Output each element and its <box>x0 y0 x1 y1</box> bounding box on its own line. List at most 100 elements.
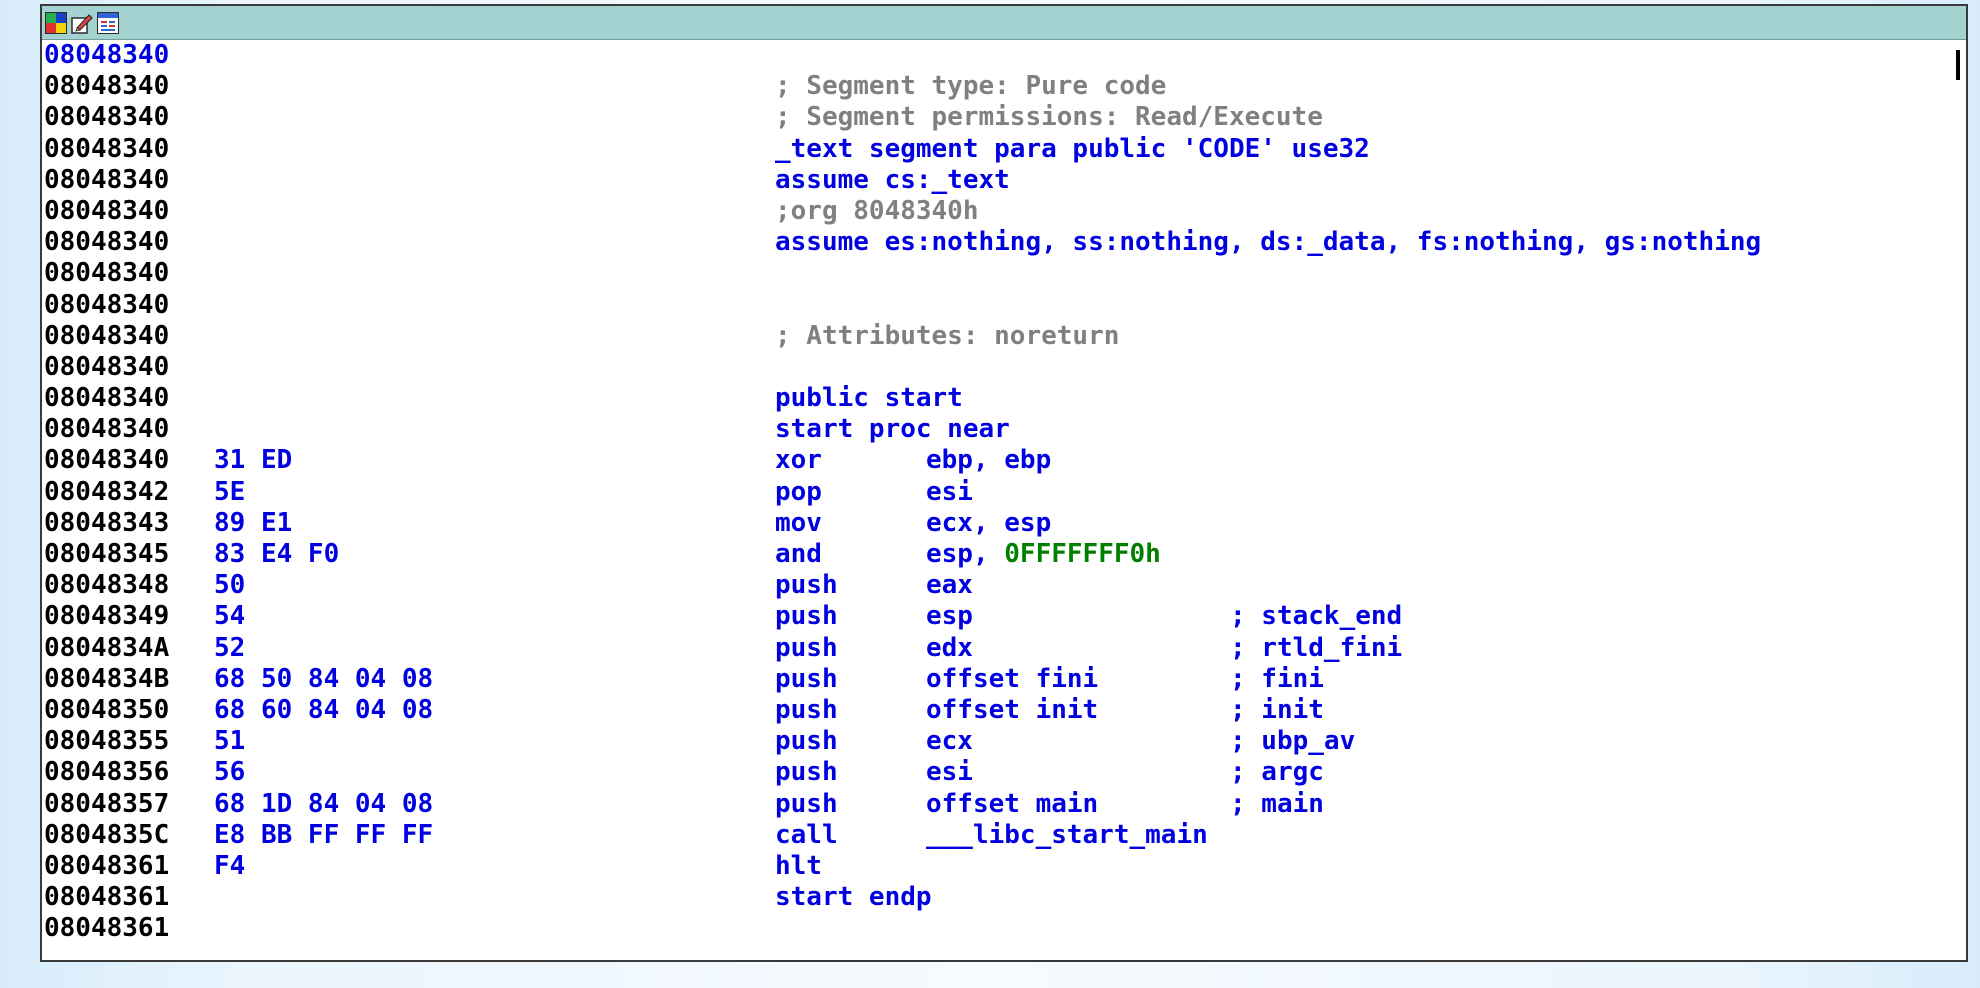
opcode-bytes: 52 <box>214 632 246 663</box>
opcode-bytes: 68 60 84 04 08 <box>214 694 434 725</box>
auto-comment: ; init <box>1230 694 1324 725</box>
instruction-mnemonic: push <box>775 601 838 632</box>
instruction-operands: ecx, esp <box>926 508 1051 539</box>
listing-line[interactable]: 08048343 89 E1 mov ecx, esp <box>42 508 1966 539</box>
directive-line: _text segment para public 'CODE' use32 <box>775 133 1370 164</box>
listing-line[interactable]: 0804834B 68 50 84 04 08 push offset fini ; f… <box>42 664 1966 695</box>
comment-line: ; Segment type: Pure code <box>775 71 1167 102</box>
operand-text: offset init <box>926 694 1099 725</box>
disassembly-listing[interactable]: 08048340 08048340; Segment type: Pure cod… <box>42 40 1966 960</box>
opcode-bytes: 83 E4 F0 <box>214 539 340 569</box>
instruction-operands: offset fini <box>926 664 1098 695</box>
operand-text: ___libc_start_main <box>926 819 1208 850</box>
listing-line[interactable]: 08048361 start endp <box>42 882 1966 913</box>
line-address: 08048349 <box>44 601 170 632</box>
instruction-operands: ___libc_start_main <box>926 820 1208 851</box>
instruction-mnemonic: call <box>775 819 838 850</box>
line-address: 08048340 <box>44 40 170 70</box>
disassembly-window: 08048340 08048340; Segment type: Pure cod… <box>40 4 1968 962</box>
line-address: 08048361 <box>44 913 170 944</box>
instruction-operands: esp <box>926 601 973 632</box>
listing-line[interactable]: 08048357 68 1D 84 04 08 push offset main ; m… <box>42 789 1966 820</box>
line-address: 08048343 <box>44 507 170 538</box>
listing-line[interactable]: 08048340 <box>42 40 1966 71</box>
line-address: 08048342 <box>44 476 170 507</box>
instruction-mnemonic: push <box>775 632 838 663</box>
instruction-mnemonic: push <box>775 694 838 725</box>
operand-text: eax <box>926 570 973 601</box>
listing-line[interactable]: 08048340 <box>42 352 1966 383</box>
line-address: 08048340 <box>44 164 170 195</box>
comment-line: ; Attributes: noreturn <box>775 320 1120 351</box>
opcode-bytes: 31 ED <box>214 445 293 476</box>
listing-line[interactable]: 08048340 assume cs:_text <box>42 165 1966 196</box>
listing-line[interactable]: 08048356 56 push esi ; argc <box>42 757 1966 788</box>
line-address: 08048357 <box>44 788 170 819</box>
opcode-bytes: 68 50 84 04 08 <box>214 663 434 694</box>
listing-line[interactable]: 08048361 F4 hlt <box>42 851 1966 882</box>
listing-line[interactable]: 08048340 start proc near <box>42 414 1966 445</box>
auto-comment: ; argc <box>1230 757 1324 788</box>
opcode-bytes: 51 <box>214 726 246 757</box>
instruction-operands: offset main <box>926 789 1098 820</box>
opcode-bytes: 5E <box>214 476 246 507</box>
instruction-mnemonic: mov <box>775 507 822 538</box>
instruction-mnemonic: push <box>775 570 838 601</box>
listing-line[interactable]: 08048340 _text segment para public 'CODE'… <box>42 134 1966 165</box>
instruction-operands: esi <box>926 757 973 788</box>
instruction-mnemonic: push <box>775 726 838 757</box>
comment-line: ;org 8048340h <box>775 195 979 226</box>
line-address: 08048340 <box>44 289 170 320</box>
listing-line[interactable]: 08048340 ;org 8048340h <box>42 196 1966 227</box>
listing-line[interactable]: 08048348 50 push eax <box>42 570 1966 601</box>
instruction-operands: offset init <box>926 695 1098 726</box>
opcode-bytes: 89 E1 <box>214 507 293 538</box>
instruction-mnemonic: push <box>775 757 838 788</box>
line-address: 08048340 <box>44 133 170 164</box>
listing-line[interactable]: 0804835C E8 BB FF FF FF call ___libc_start_… <box>42 820 1966 851</box>
listing-line[interactable]: 08048350 68 60 84 04 08 push offset init ; i… <box>42 695 1966 726</box>
line-address: 08048348 <box>44 570 170 601</box>
instruction-mnemonic: push <box>775 788 838 819</box>
listing-line[interactable]: 08048340 ; Segment permissions: Read/Exec… <box>42 102 1966 133</box>
hex-view-icon[interactable] <box>97 11 119 34</box>
listing-line[interactable]: 08048340 public start <box>42 383 1966 414</box>
line-address: 0804834A <box>44 632 170 663</box>
listing-line[interactable]: 08048355 51 push ecx ; ubp_av <box>42 726 1966 757</box>
line-address: 08048340 <box>44 320 170 351</box>
listing-line[interactable]: 08048340 ; Segment type: Pure code <box>42 71 1966 102</box>
operand-text: offset main <box>926 788 1099 819</box>
listing-line[interactable]: 0804834A 52 push edx ; rtld_fini <box>42 633 1966 664</box>
graph-view-icon[interactable] <box>45 11 67 34</box>
instruction-mnemonic: push <box>775 663 838 694</box>
listing-line[interactable]: 08048340 assume es:nothing, ss:nothing, d… <box>42 227 1966 258</box>
line-address: 08048340 <box>44 195 170 226</box>
operand-text: esp, <box>926 539 1005 569</box>
instruction-operands: ecx <box>926 726 973 757</box>
listing-line[interactable]: 08048340 31 ED xor ebp, ebp <box>42 445 1966 476</box>
opcode-bytes: 50 <box>214 570 246 601</box>
edit-icon[interactable] <box>71 12 93 34</box>
listing-line[interactable]: 08048342 5E pop esi <box>42 477 1966 508</box>
instruction-operands: edx <box>926 633 973 664</box>
opcode-bytes: 68 1D 84 04 08 <box>214 788 434 819</box>
operand-text: esi <box>926 476 973 507</box>
window-toolbar <box>42 6 1966 40</box>
instruction-operands: ebp, ebp <box>926 445 1051 476</box>
directive-line: start endp <box>775 882 932 913</box>
listing-line[interactable]: 08048340 ; Attributes: noreturn <box>42 321 1966 352</box>
listing-line[interactable]: 08048345 83 E4 F0 and esp, 0FFFFFFF0h <box>42 539 1966 570</box>
line-address: 08048340 <box>44 102 170 133</box>
directive-line: start proc near <box>775 414 1010 445</box>
instruction-operands: eax <box>926 570 973 601</box>
line-address: 08048355 <box>44 726 170 757</box>
line-address: 08048345 <box>44 539 170 569</box>
instruction-operands: esi <box>926 477 973 508</box>
line-address: 08048340 <box>44 414 170 445</box>
listing-line[interactable]: 08048349 54 push esp ; stack_end <box>42 601 1966 632</box>
listing-line[interactable]: 08048340 <box>42 290 1966 321</box>
line-address: 08048340 <box>44 351 170 382</box>
operand-text: ebp, ebp <box>926 445 1052 476</box>
listing-line[interactable]: 08048361 <box>42 913 1966 944</box>
listing-line[interactable]: 08048340 <box>42 258 1966 289</box>
